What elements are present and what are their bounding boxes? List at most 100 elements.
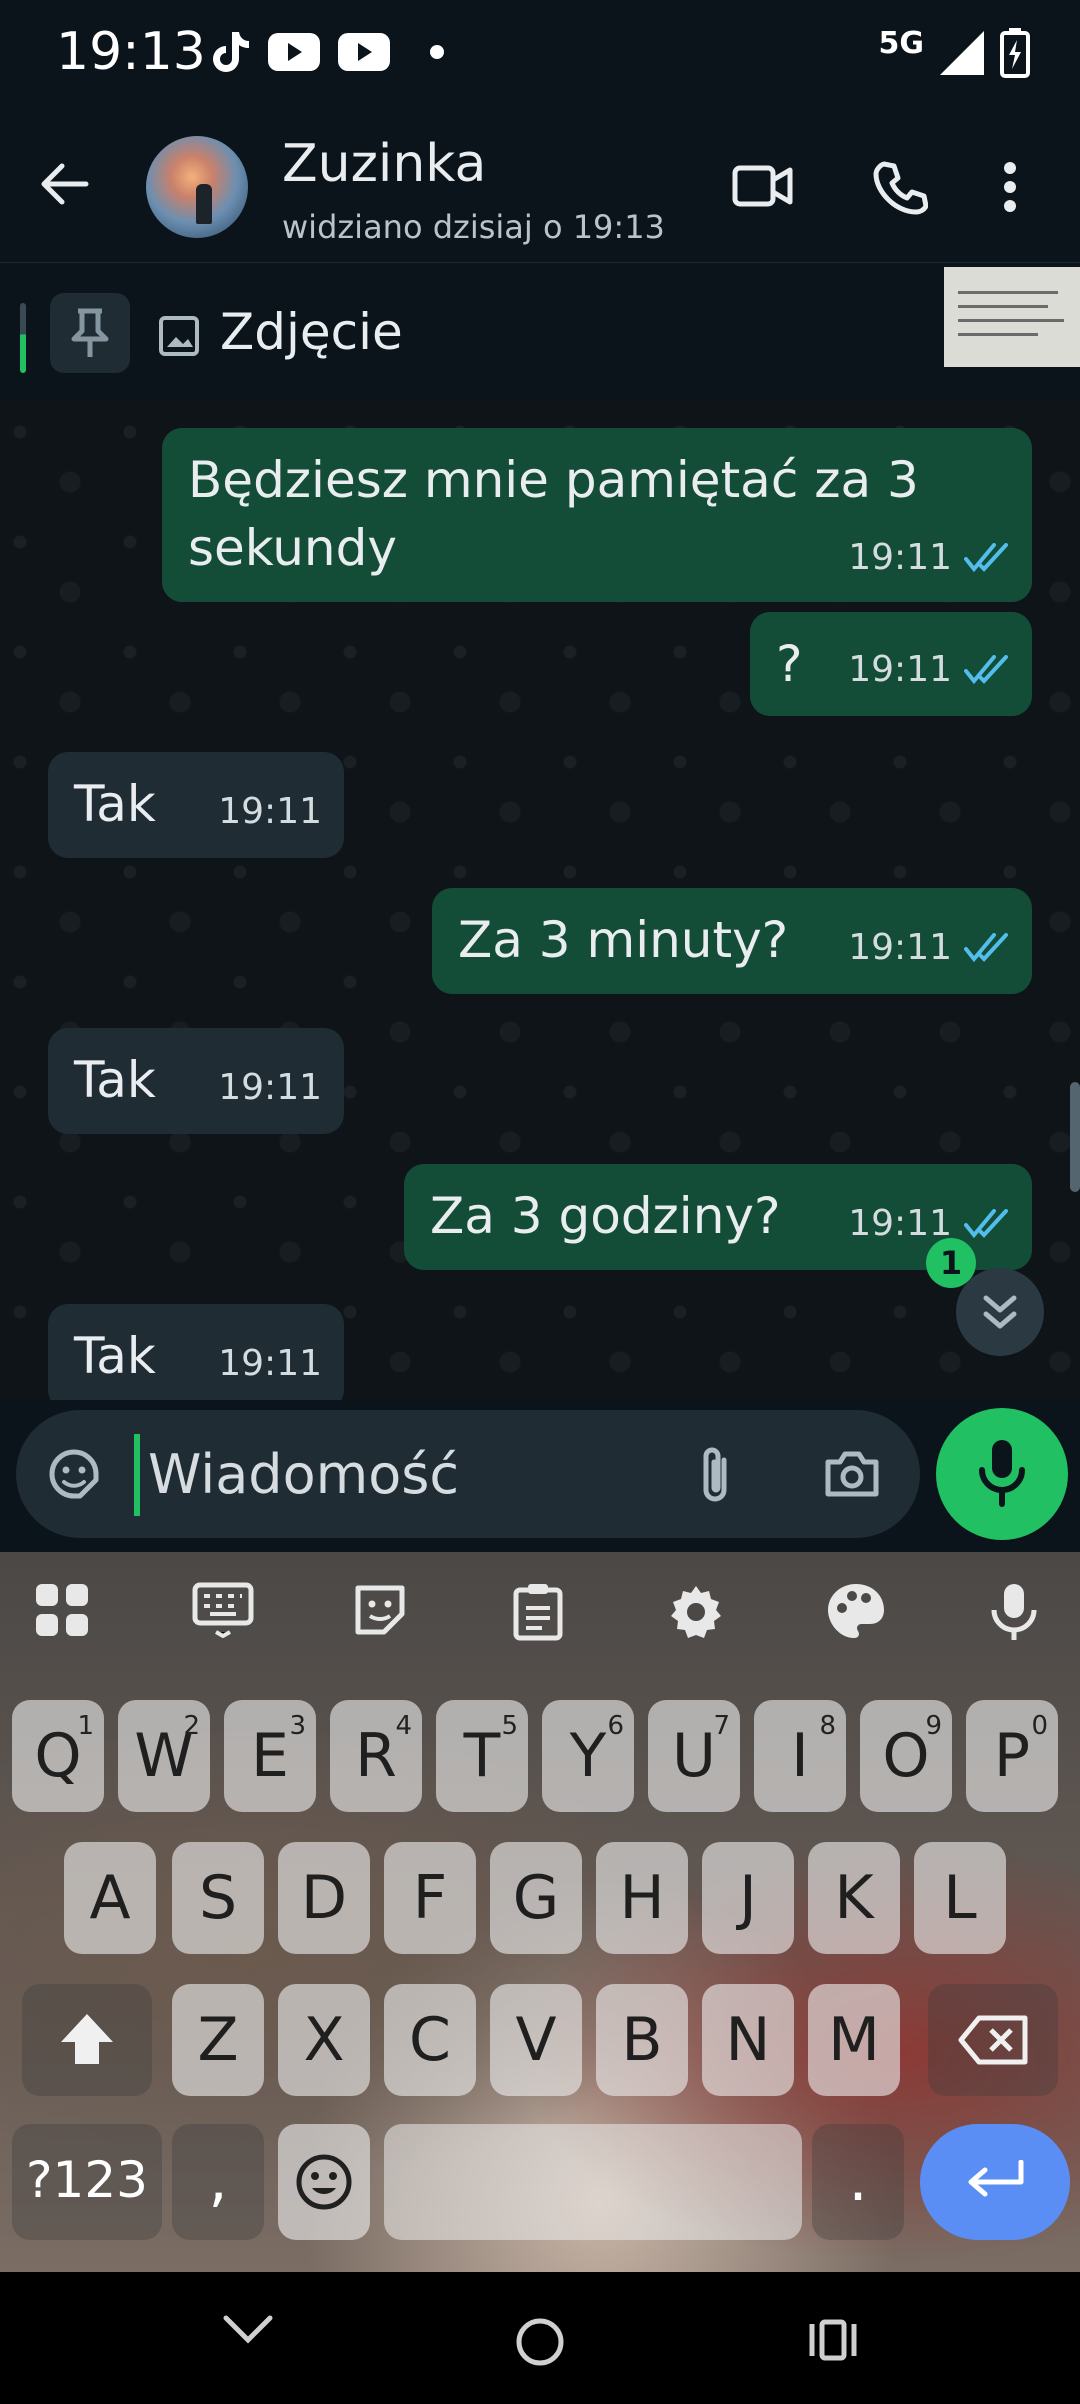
- clipboard-icon[interactable]: [512, 1582, 564, 1642]
- key-x[interactable]: X: [278, 1984, 370, 2096]
- settings-gear-icon[interactable]: [666, 1582, 726, 1642]
- key-t[interactable]: T5: [436, 1700, 528, 1812]
- pinned-label: Zdjęcie: [220, 303, 403, 361]
- nav-recent-apps-icon[interactable]: [808, 2318, 858, 2362]
- key-s[interactable]: S: [172, 1842, 264, 1954]
- backspace-key[interactable]: [928, 1984, 1058, 2096]
- message-time: 19:11: [848, 649, 952, 690]
- more-options-icon[interactable]: [1002, 162, 1018, 212]
- chat-header: Zuzinka widziano dzisiaj o 19:13: [0, 110, 1080, 260]
- scrollbar[interactable]: [1070, 1082, 1080, 1192]
- key-f[interactable]: F: [384, 1842, 476, 1954]
- key-l[interactable]: L: [914, 1842, 1006, 1954]
- key-q[interactable]: Q1: [12, 1700, 104, 1812]
- key-e[interactable]: E3: [224, 1700, 316, 1812]
- enter-arrow-icon: [968, 2160, 1024, 2197]
- scroll-to-bottom-button[interactable]: [956, 1268, 1044, 1356]
- contact-name[interactable]: Zuzinka: [282, 134, 486, 194]
- double-check-read-icon: [964, 543, 1008, 573]
- pinned-message-bar[interactable]: Zdjęcie: [0, 262, 1080, 402]
- comma-key[interactable]: ,: [172, 2124, 264, 2240]
- key-n[interactable]: N: [702, 1984, 794, 2096]
- nav-home-circle-icon[interactable]: [514, 2316, 566, 2368]
- double-check-read-icon: [964, 1209, 1008, 1239]
- emoji-smile-icon: [296, 2154, 352, 2210]
- voice-record-button[interactable]: [936, 1408, 1068, 1540]
- network-type: 5G: [878, 25, 925, 61]
- double-check-read-icon: [964, 655, 1008, 685]
- key-i[interactable]: I8: [754, 1700, 846, 1812]
- message-time: 19:11: [848, 927, 952, 968]
- back-arrow-icon[interactable]: [36, 156, 92, 212]
- last-seen-status: widziano dzisiaj o 19:13: [282, 208, 665, 246]
- keyboard-toolbar: [0, 1552, 1080, 1672]
- youtube-icon: [268, 33, 320, 71]
- key-w[interactable]: W2: [118, 1700, 210, 1812]
- message-composer: [16, 1410, 920, 1538]
- pinned-image-thumbnail[interactable]: [944, 267, 1080, 367]
- key-m[interactable]: M: [808, 1984, 900, 2096]
- symbols-key[interactable]: ?123: [12, 2124, 162, 2240]
- key-p[interactable]: P0: [966, 1700, 1058, 1812]
- message-input[interactable]: [148, 1432, 668, 1516]
- period-key[interactable]: .: [812, 2124, 904, 2240]
- key-d[interactable]: D: [278, 1842, 370, 1954]
- apps-grid-icon[interactable]: [34, 1582, 90, 1638]
- camera-icon[interactable]: [822, 1448, 882, 1500]
- key-o[interactable]: O9: [860, 1700, 952, 1812]
- signal-icon: [940, 31, 984, 75]
- notification-dot-icon: [430, 45, 444, 59]
- double-chevron-down-icon: [983, 1295, 1017, 1329]
- key-h[interactable]: H: [596, 1842, 688, 1954]
- avatar[interactable]: [146, 136, 248, 238]
- enter-key[interactable]: [920, 2124, 1070, 2240]
- key-k[interactable]: K: [808, 1842, 900, 1954]
- message-time: 19:11: [218, 791, 322, 832]
- status-bar: 19:13 5G: [0, 0, 1080, 110]
- pin-button[interactable]: [50, 293, 130, 373]
- pin-icon: [71, 308, 109, 357]
- key-z[interactable]: Z: [172, 1984, 264, 2096]
- message-time: 19:11: [218, 1343, 322, 1384]
- shift-key[interactable]: [22, 1984, 152, 2096]
- double-check-read-icon: [964, 933, 1008, 963]
- key-g[interactable]: G: [490, 1842, 582, 1954]
- message-list[interactable]: Będziesz mnie pamiętać za 3 sekundy 19:1…: [0, 402, 1080, 1400]
- attach-paperclip-icon[interactable]: [692, 1442, 736, 1506]
- key-c[interactable]: C: [384, 1984, 476, 2096]
- message-time: 19:11: [218, 1067, 322, 1108]
- message-bubble-incoming[interactable]: Tak 19:11: [48, 752, 344, 858]
- key-a[interactable]: A: [64, 1842, 156, 1954]
- message-text: Będziesz mnie pamiętać za 3: [188, 451, 919, 509]
- emoji-key[interactable]: [278, 2124, 370, 2240]
- message-bubble-outgoing[interactable]: Będziesz mnie pamiętać za 3 sekundy 19:1…: [162, 428, 1032, 602]
- message-bubble-outgoing[interactable]: Za 3 minuty? 19:11: [432, 888, 1032, 994]
- keyboard-icon[interactable]: [192, 1582, 254, 1638]
- key-v[interactable]: V: [490, 1984, 582, 2096]
- message-bubble-outgoing[interactable]: ? 19:11: [750, 612, 1032, 716]
- message-bubble-incoming[interactable]: Tak 19:11: [48, 1028, 344, 1134]
- sticker-emoji-icon[interactable]: [44, 1444, 104, 1504]
- sticker-icon[interactable]: [352, 1582, 408, 1638]
- key-u[interactable]: U7: [648, 1700, 740, 1812]
- battery-charging-icon: [1000, 28, 1030, 78]
- video-call-icon[interactable]: [732, 162, 794, 210]
- shift-arrow-icon: [61, 2014, 113, 2064]
- message-bubble-incoming[interactable]: Tak 19:11: [48, 1304, 344, 1400]
- theme-palette-icon[interactable]: [826, 1582, 886, 1640]
- nav-back-chevron-icon[interactable]: [222, 2312, 274, 2346]
- status-time: 19:13: [56, 22, 206, 82]
- key-y[interactable]: Y6: [542, 1700, 634, 1812]
- message-time: 19:11: [848, 537, 952, 578]
- key-j[interactable]: J: [702, 1842, 794, 1954]
- microphone-icon: [979, 1440, 1025, 1507]
- key-r[interactable]: R4: [330, 1700, 422, 1812]
- phone-call-icon[interactable]: [872, 160, 928, 216]
- voice-typing-microphone-icon[interactable]: [990, 1582, 1038, 1642]
- system-navigation-bar: [0, 2272, 1080, 2404]
- on-screen-keyboard: Q1 W2 E3 R4 T5 Y6 U7 I8 O9 P0 A S D F G …: [0, 1552, 1080, 2272]
- space-bar[interactable]: [384, 2124, 802, 2240]
- key-b[interactable]: B: [596, 1984, 688, 2096]
- youtube-icon: [338, 33, 390, 71]
- backspace-icon: [958, 2015, 1028, 2065]
